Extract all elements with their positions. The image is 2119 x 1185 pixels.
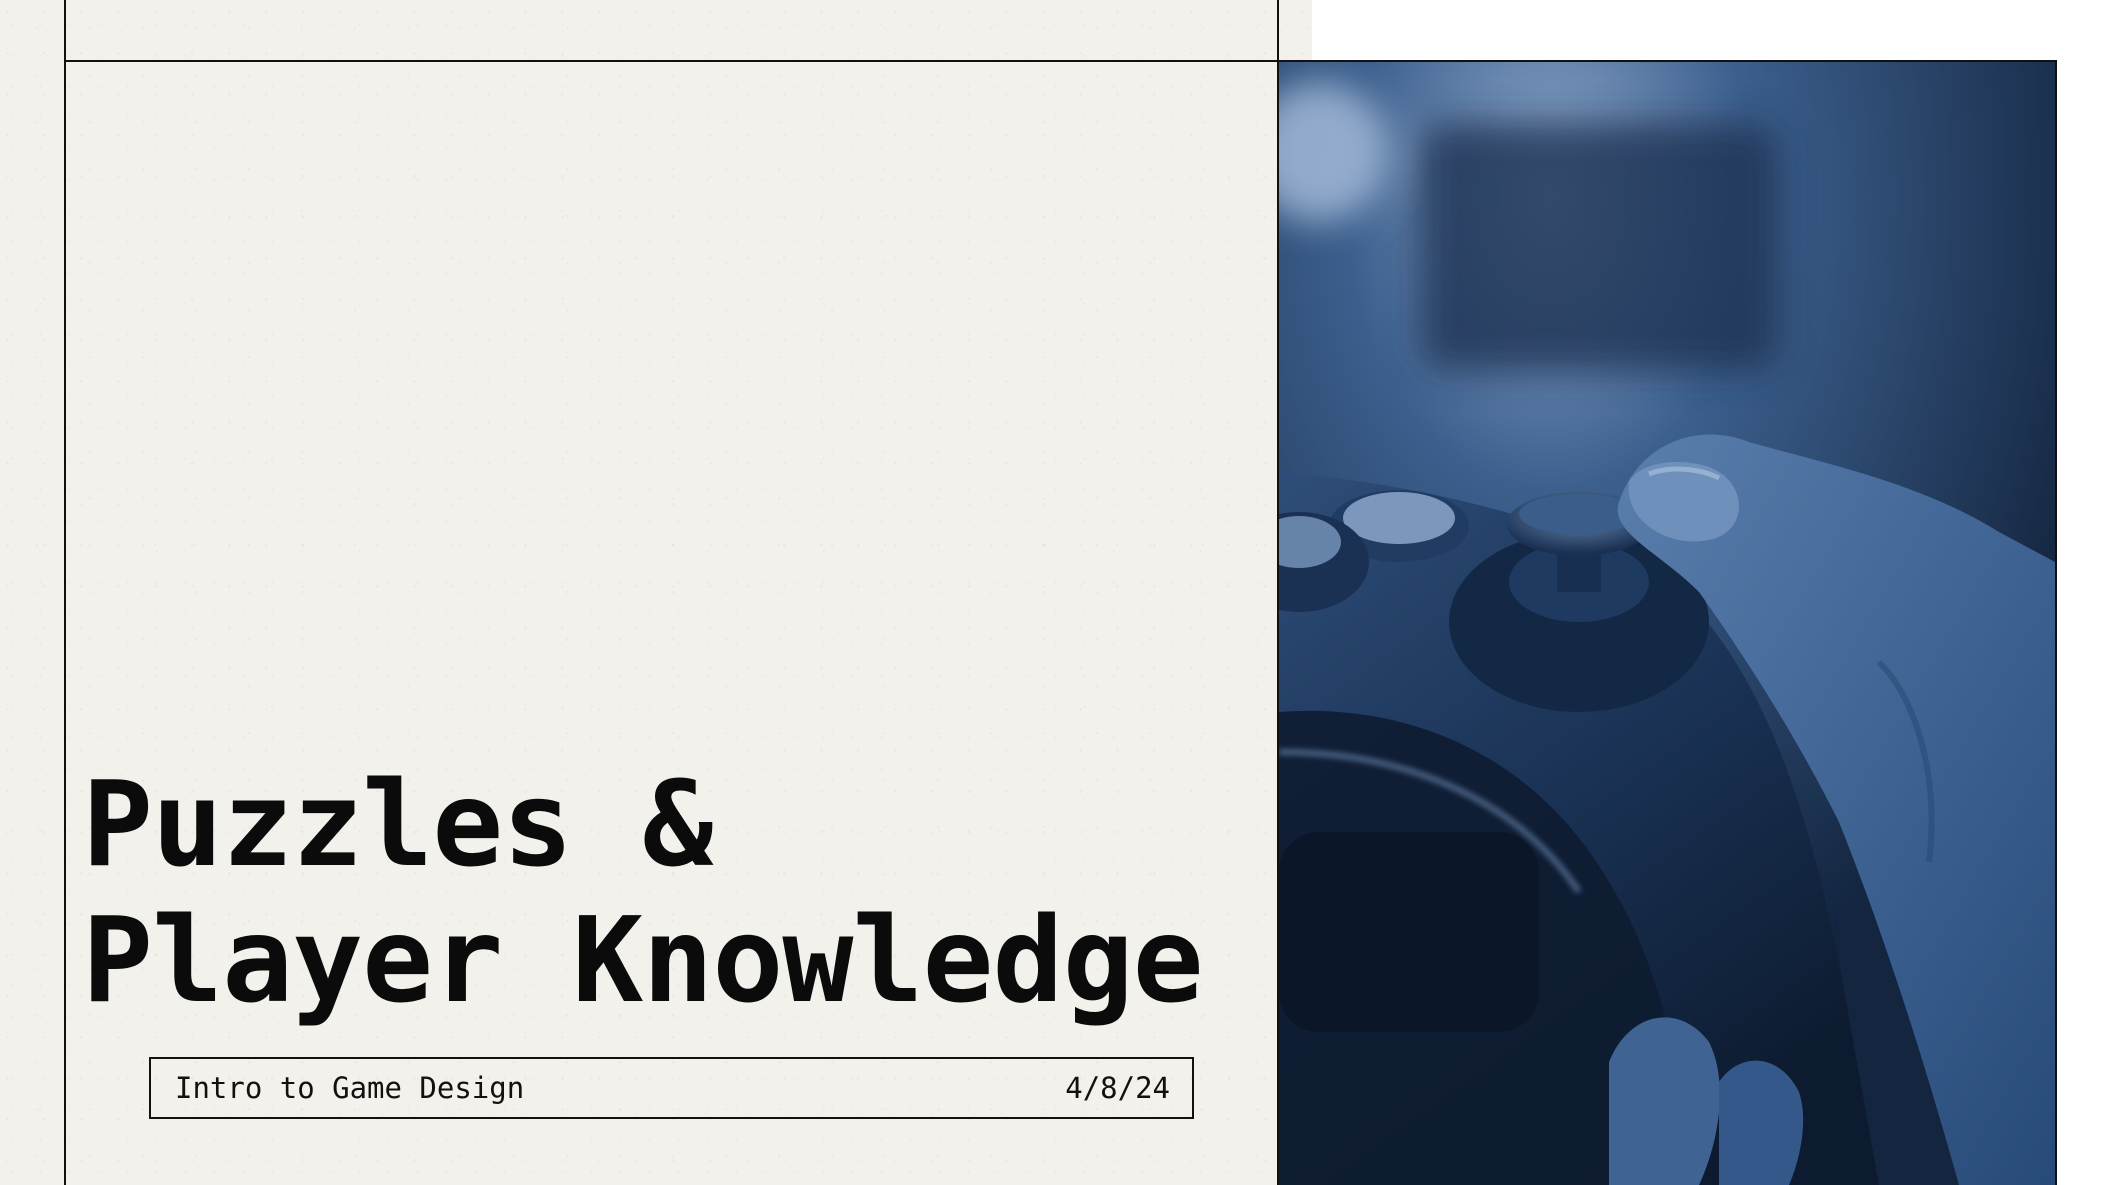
title-line-2: Player Knowledge — [82, 891, 1204, 1029]
subtitle-box: Intro to Game Design 4/8/24 — [149, 1057, 1194, 1119]
slide-title: Puzzles & Player Knowledge — [82, 755, 1204, 1029]
game-controller-image — [1279, 62, 2055, 1185]
right-frame-line — [2055, 60, 2057, 1185]
title-line-1: Puzzles & — [82, 755, 713, 893]
subtitle-text: Intro to Game Design — [175, 1071, 525, 1105]
left-frame-line — [64, 0, 66, 1185]
game-controller-photo — [1279, 62, 2055, 1185]
date-text: 4/8/24 — [1065, 1071, 1170, 1105]
